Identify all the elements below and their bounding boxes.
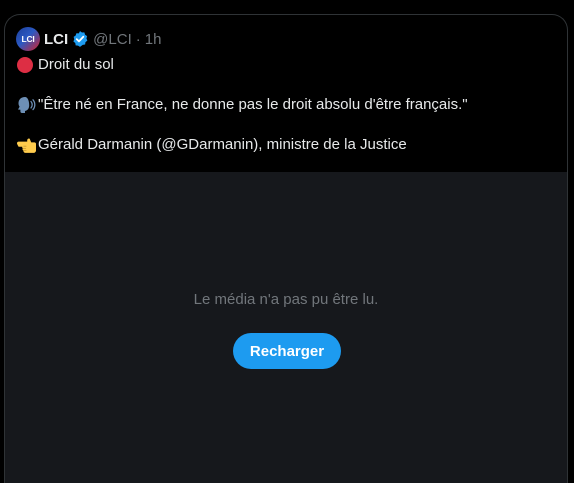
- tweet-line-text: Droit du sol: [38, 56, 114, 73]
- media-error-message: Le média n'a pas pu être lu.: [193, 291, 379, 308]
- tweet-line-3: Gérald Darmanin (@GDarmanin), ministre d…: [16, 135, 556, 155]
- tweet-header: LCI LCI @LCI · 1h: [16, 26, 161, 52]
- author-handle[interactable]: @LCI: [93, 31, 132, 48]
- media-player[interactable]: Le média n'a pas pu être lu. Recharger: [5, 172, 567, 483]
- meta-separator: ·: [135, 30, 141, 48]
- avatar-logo-text: LCI: [21, 34, 35, 44]
- tweet-line-text: "Être né en France, ne donne pas le droi…: [38, 96, 468, 113]
- red-circle-icon: [16, 55, 36, 75]
- avatar[interactable]: LCI: [16, 27, 40, 51]
- pointing-hand-icon: [16, 135, 36, 155]
- reload-button[interactable]: Recharger: [233, 333, 341, 369]
- tweet-line-2: "Être né en France, ne donne pas le droi…: [16, 95, 556, 115]
- tweet-text: Droit du sol "Être né en France, ne donn…: [16, 55, 556, 155]
- speaking-head-icon: [16, 95, 36, 115]
- tweet-line-text: Gérald Darmanin (@GDarmanin), ministre d…: [38, 136, 407, 153]
- tweet-card[interactable]: LCI LCI @LCI · 1h Droit du sol "Être né …: [4, 14, 568, 483]
- tweet-line-1: Droit du sol: [16, 55, 556, 75]
- author-display-name[interactable]: LCI: [44, 31, 68, 48]
- tweet-timestamp[interactable]: 1h: [145, 31, 162, 48]
- verified-badge-icon: [71, 30, 89, 48]
